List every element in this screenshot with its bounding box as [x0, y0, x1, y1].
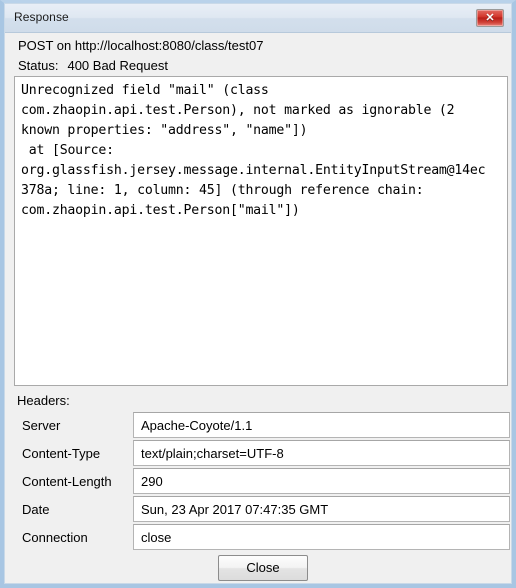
header-value-content-length: 290 — [141, 474, 163, 489]
header-value-server: Apache-Coyote/1.1 — [141, 418, 253, 433]
header-name-server: Server — [22, 418, 61, 433]
close-x-icon: ✕ — [485, 12, 495, 24]
title-bar: Response ✕ — [5, 4, 511, 33]
header-name-content-length: Content-Length — [22, 474, 112, 489]
request-url-line: POST on http://localhost:8080/class/test… — [18, 38, 264, 53]
header-value-field-date[interactable]: Sun, 23 Apr 2017 07:47:35 GMT — [133, 496, 510, 522]
status-label: Status: — [18, 58, 59, 73]
window-inner-frame: Response ✕ POST on http://localhost:8080… — [4, 3, 512, 584]
header-row-connection: Connection close — [5, 524, 511, 552]
header-value-connection: close — [141, 530, 172, 545]
header-row-content-length: Content-Length 290 — [5, 468, 511, 496]
window-close-button[interactable]: ✕ — [476, 9, 504, 27]
header-value-content-type: text/plain;charset=UTF-8 — [141, 446, 284, 461]
header-row-server: Server Apache-Coyote/1.1 — [5, 412, 511, 440]
header-value-field-content-length[interactable]: 290 — [133, 468, 510, 494]
response-body-textarea[interactable]: Unrecognized field "mail" (class com.zha… — [14, 76, 508, 386]
header-row-date: Date Sun, 23 Apr 2017 07:47:35 GMT — [5, 496, 511, 524]
response-body-text: Unrecognized field "mail" (class com.zha… — [21, 83, 486, 218]
request-info-area: POST on http://localhost:8080/class/test… — [6, 34, 510, 75]
header-value-field-content-type[interactable]: text/plain;charset=UTF-8 — [133, 440, 510, 466]
header-value-field-connection[interactable]: close — [133, 524, 510, 550]
status-value: 400 Bad Request — [67, 58, 168, 73]
headers-section-label: Headers: — [17, 393, 70, 408]
header-name-content-type: Content-Type — [22, 446, 101, 461]
header-name-date: Date — [22, 502, 50, 517]
close-button[interactable]: Close — [218, 555, 308, 581]
response-dialog-window: Response ✕ POST on http://localhost:8080… — [0, 0, 516, 588]
window-title: Response — [14, 10, 69, 24]
status-line: Status: 400 Bad Request — [18, 58, 168, 73]
header-value-field-server[interactable]: Apache-Coyote/1.1 — [133, 412, 510, 438]
header-name-connection: Connection — [22, 530, 88, 545]
header-row-content-type: Content-Type text/plain;charset=UTF-8 — [5, 440, 511, 468]
header-value-date: Sun, 23 Apr 2017 07:47:35 GMT — [141, 502, 329, 517]
